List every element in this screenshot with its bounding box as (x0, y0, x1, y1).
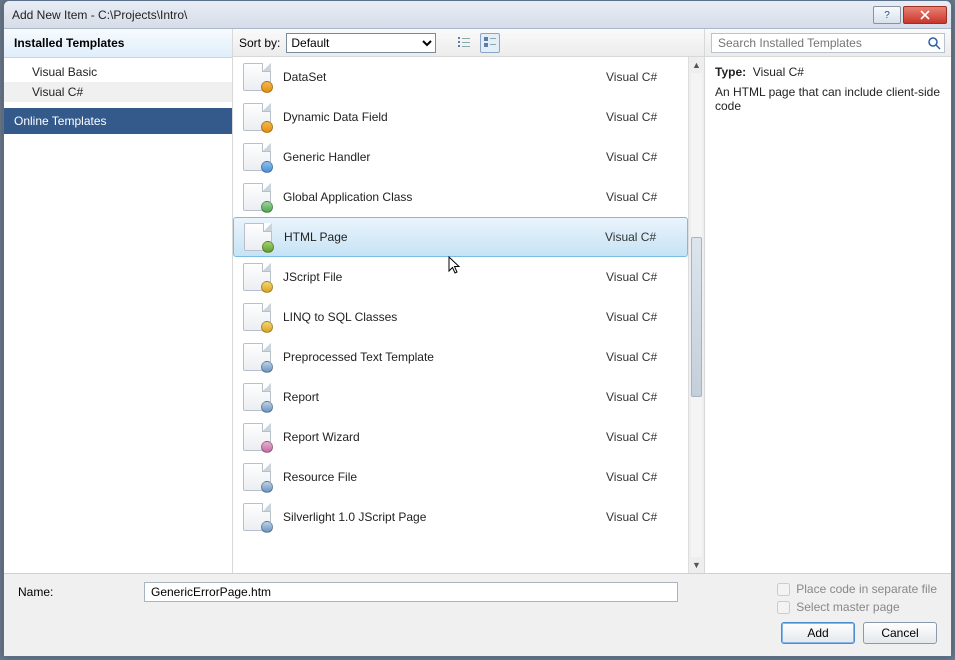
template-row[interactable]: Global Application ClassVisual C# (233, 177, 688, 217)
view-small-icons-button[interactable] (454, 33, 474, 53)
search-row (705, 29, 951, 57)
svg-text:?: ? (884, 10, 890, 21)
template-label: Global Application Class (283, 190, 606, 204)
cancel-button[interactable]: Cancel (863, 622, 937, 644)
template-label: Report Wizard (283, 430, 606, 444)
template-row[interactable]: JScript FileVisual C# (233, 257, 688, 297)
handler-icon (243, 143, 271, 171)
template-category: Visual C# (606, 190, 678, 204)
list-scrollbar[interactable]: ▲ ▼ (688, 57, 704, 573)
dynamic-data-icon (243, 103, 271, 131)
add-button[interactable]: Add (781, 622, 855, 644)
template-label: Report (283, 390, 606, 404)
scroll-thumb[interactable] (691, 237, 702, 397)
dataset-icon (243, 63, 271, 91)
sidebar-item-visual-basic[interactable]: Visual Basic (4, 62, 232, 82)
template-category: Visual C# (606, 70, 678, 84)
detail-type-value: Visual C# (753, 65, 804, 79)
template-label: LINQ to SQL Classes (283, 310, 606, 324)
template-category: Visual C# (606, 310, 678, 324)
linq-icon (243, 303, 271, 331)
template-label: Silverlight 1.0 JScript Page (283, 510, 606, 524)
template-row[interactable]: Resource FileVisual C# (233, 457, 688, 497)
template-row[interactable]: Dynamic Data FieldVisual C# (233, 97, 688, 137)
name-input[interactable] (144, 582, 678, 602)
close-button[interactable] (903, 6, 947, 24)
titlebar[interactable]: Add New Item - C:\Projects\Intro\ ? (4, 1, 951, 29)
template-row[interactable]: DataSetVisual C# (233, 57, 688, 97)
template-label: Resource File (283, 470, 606, 484)
template-category: Visual C# (606, 350, 678, 364)
global-app-icon (243, 183, 271, 211)
online-templates[interactable]: Online Templates (4, 108, 232, 134)
template-row[interactable]: ReportVisual C# (233, 377, 688, 417)
template-label: Dynamic Data Field (283, 110, 606, 124)
template-category: Visual C# (606, 510, 678, 524)
template-row[interactable]: Silverlight 1.0 JScript PageVisual C# (233, 497, 688, 537)
place-code-separate-check: Place code in separate file (777, 582, 937, 596)
installed-templates-header: Installed Templates (4, 29, 232, 58)
template-category: Visual C# (606, 150, 678, 164)
detail-panel: Type: Visual C# An HTML page that can in… (705, 57, 951, 573)
sort-by-label: Sort by: (239, 36, 280, 50)
sort-by-dropdown[interactable]: Default (286, 33, 436, 53)
template-label: DataSet (283, 70, 606, 84)
template-category: Visual C# (605, 230, 677, 244)
template-category: Visual C# (606, 470, 678, 484)
search-input[interactable] (711, 33, 945, 53)
window-title: Add New Item - C:\Projects\Intro\ (12, 8, 871, 22)
template-row[interactable]: Preprocessed Text TemplateVisual C# (233, 337, 688, 377)
report-wizard-icon (243, 423, 271, 451)
template-category: Visual C# (606, 390, 678, 404)
bottom-panel: Name: Place code in separate file Select… (4, 573, 951, 656)
detail-description: An HTML page that can include client-sid… (715, 85, 941, 113)
sidebar-item-visual-csharp[interactable]: Visual C# (4, 82, 232, 102)
scroll-down-arrow[interactable]: ▼ (689, 557, 704, 573)
select-master-page-check: Select master page (777, 600, 937, 614)
template-label: Generic Handler (283, 150, 606, 164)
template-category: Visual C# (606, 270, 678, 284)
name-label: Name: (18, 585, 134, 599)
detail-type-label: Type: (715, 65, 746, 79)
toolbar: Sort by: Default (233, 29, 704, 57)
jscript-icon (243, 263, 271, 291)
template-category: Visual C# (606, 430, 678, 444)
template-label: JScript File (283, 270, 606, 284)
scroll-up-arrow[interactable]: ▲ (689, 57, 704, 73)
template-category: Visual C# (606, 110, 678, 124)
center-column: Sort by: Default DataSetVisual C#Dynamic… (232, 29, 705, 573)
template-language-tree: Visual Basic Visual C# (4, 58, 232, 106)
view-medium-icons-button[interactable] (480, 33, 500, 53)
resource-icon (243, 463, 271, 491)
place-code-separate-checkbox (777, 583, 790, 596)
template-label: Preprocessed Text Template (283, 350, 606, 364)
add-new-item-dialog: Add New Item - C:\Projects\Intro\ ? Inst… (3, 0, 952, 657)
template-row[interactable]: HTML PageVisual C# (233, 217, 688, 257)
text-template-icon (243, 343, 271, 371)
search-icon (926, 35, 942, 51)
template-list[interactable]: DataSetVisual C#Dynamic Data FieldVisual… (233, 57, 688, 573)
silverlight-icon (243, 503, 271, 531)
select-master-page-checkbox (777, 601, 790, 614)
left-rail: Installed Templates Visual Basic Visual … (4, 29, 232, 573)
template-row[interactable]: LINQ to SQL ClassesVisual C# (233, 297, 688, 337)
help-button[interactable]: ? (873, 6, 901, 24)
template-row[interactable]: Generic HandlerVisual C# (233, 137, 688, 177)
template-label: HTML Page (284, 230, 605, 244)
report-icon (243, 383, 271, 411)
template-row[interactable]: Report WizardVisual C# (233, 417, 688, 457)
right-pane: Type: Visual C# An HTML page that can in… (705, 29, 951, 573)
html-page-icon (244, 223, 272, 251)
